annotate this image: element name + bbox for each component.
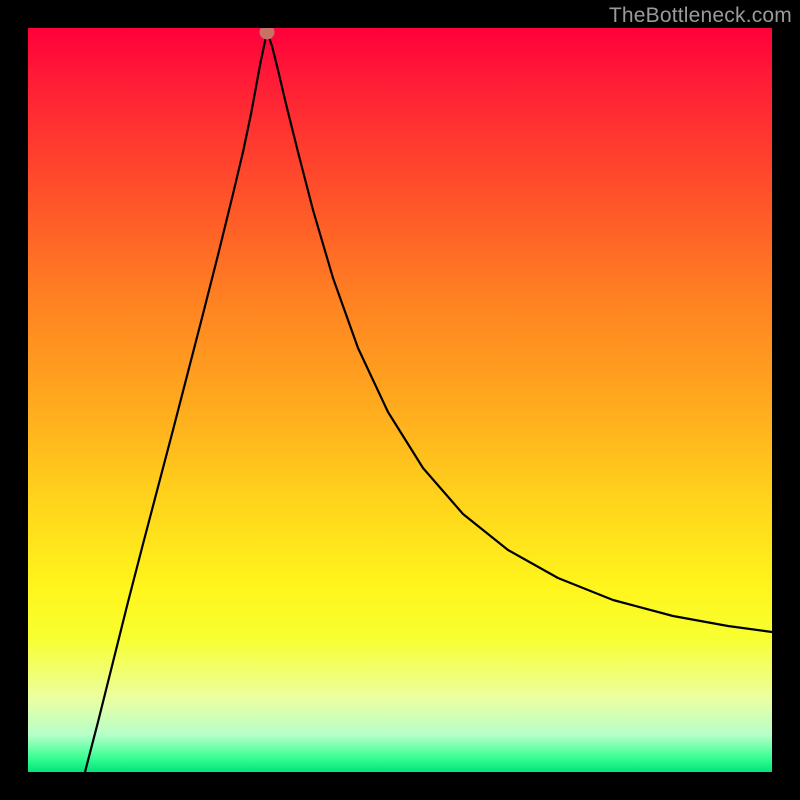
bottleneck-curve-path xyxy=(85,32,772,772)
curve-svg xyxy=(28,28,772,772)
chart-frame: TheBottleneck.com xyxy=(0,0,800,800)
plot-area xyxy=(28,28,772,772)
watermark-text: TheBottleneck.com xyxy=(609,4,792,28)
